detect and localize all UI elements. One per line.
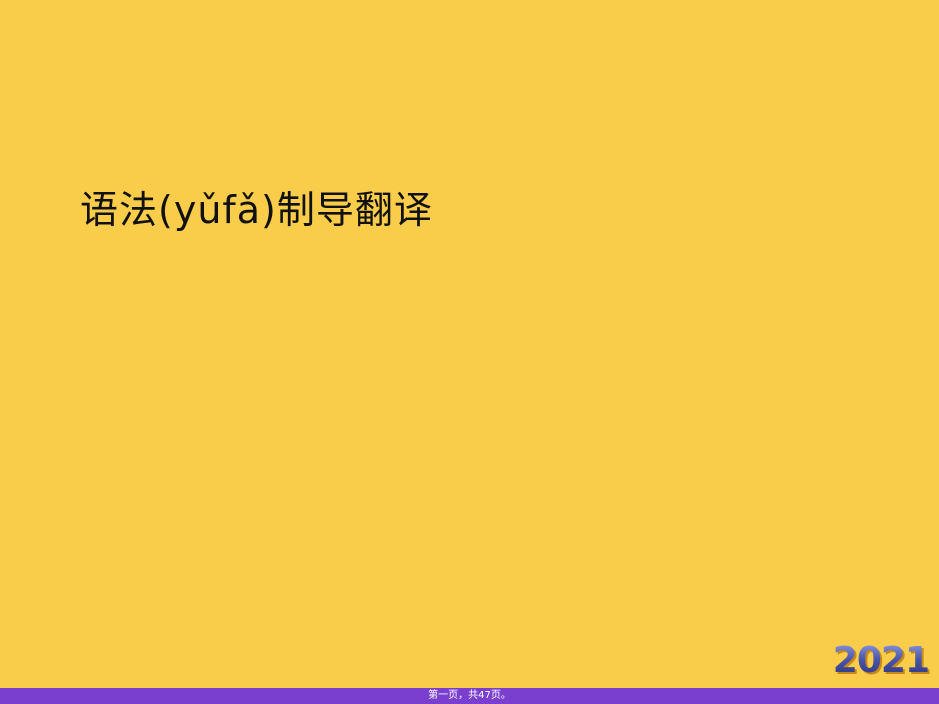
year-badge: 2021 (832, 640, 930, 681)
slide: 语法(yǔfǎ)制导翻译 2021 2021 (0, 0, 939, 688)
page-indicator: 第一页，共47页。 (428, 690, 511, 701)
slide-title: 语法(yǔfǎ)制导翻译 (80, 188, 433, 232)
footer-bar: 第一页，共47页。 (0, 688, 939, 704)
